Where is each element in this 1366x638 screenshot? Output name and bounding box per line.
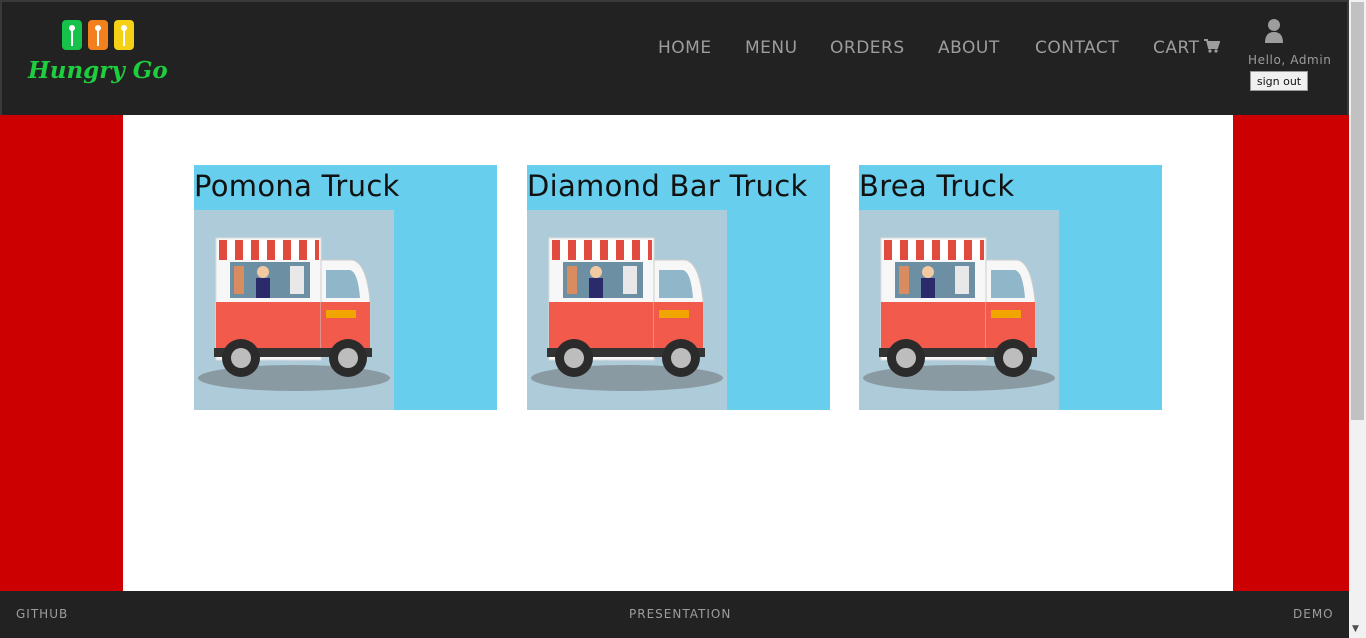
footer-demo-link[interactable]: DEMO bbox=[1293, 607, 1334, 621]
truck-card-brea[interactable]: Brea Truck bbox=[859, 165, 1162, 410]
truck-card-pomona[interactable]: Pomona Truck bbox=[194, 165, 497, 410]
food-truck-image bbox=[859, 210, 1059, 410]
scroll-down-arrow-icon[interactable]: ▼ bbox=[1352, 624, 1359, 634]
nav-contact[interactable]: CONTACT bbox=[1035, 38, 1119, 58]
nav-orders[interactable]: ORDERS bbox=[830, 38, 905, 58]
user-area: Hello, Admin sign out bbox=[1248, 16, 1338, 96]
truck-card-title: Pomona Truck bbox=[194, 169, 400, 203]
nav-home[interactable]: HOME bbox=[658, 38, 712, 58]
footer: GITHUB PRESENTATION DEMO bbox=[0, 591, 1349, 638]
nav-cart-label: CART bbox=[1153, 38, 1200, 58]
navbar: Hungry Go HOME MENU ORDERS ABOUT CONTACT… bbox=[0, 0, 1349, 115]
footer-github-link[interactable]: GITHUB bbox=[16, 607, 68, 621]
truck-card-title: Brea Truck bbox=[859, 169, 1015, 203]
vertical-scrollbar[interactable]: ▼ bbox=[1349, 0, 1366, 638]
main-nav: HOME MENU ORDERS ABOUT CONTACT CART bbox=[2, 38, 1351, 64]
user-icon bbox=[1264, 18, 1284, 44]
user-greeting: Hello, Admin bbox=[1248, 53, 1332, 67]
nav-cart[interactable]: CART bbox=[1153, 38, 1221, 58]
footer-presentation-link[interactable]: PRESENTATION bbox=[629, 607, 731, 621]
truck-card-title: Diamond Bar Truck bbox=[527, 169, 808, 203]
scrollbar-thumb[interactable] bbox=[1351, 2, 1364, 420]
truck-list: Pomona Truck Diamond Bar Truck Brea Truc… bbox=[123, 115, 1233, 591]
truck-card-diamond-bar[interactable]: Diamond Bar Truck bbox=[527, 165, 830, 410]
food-truck-image bbox=[527, 210, 727, 410]
cart-icon bbox=[1204, 38, 1221, 58]
food-truck-image bbox=[194, 210, 394, 410]
nav-about[interactable]: ABOUT bbox=[938, 38, 1000, 58]
nav-menu[interactable]: MENU bbox=[745, 38, 798, 58]
sign-out-button[interactable]: sign out bbox=[1250, 71, 1308, 91]
